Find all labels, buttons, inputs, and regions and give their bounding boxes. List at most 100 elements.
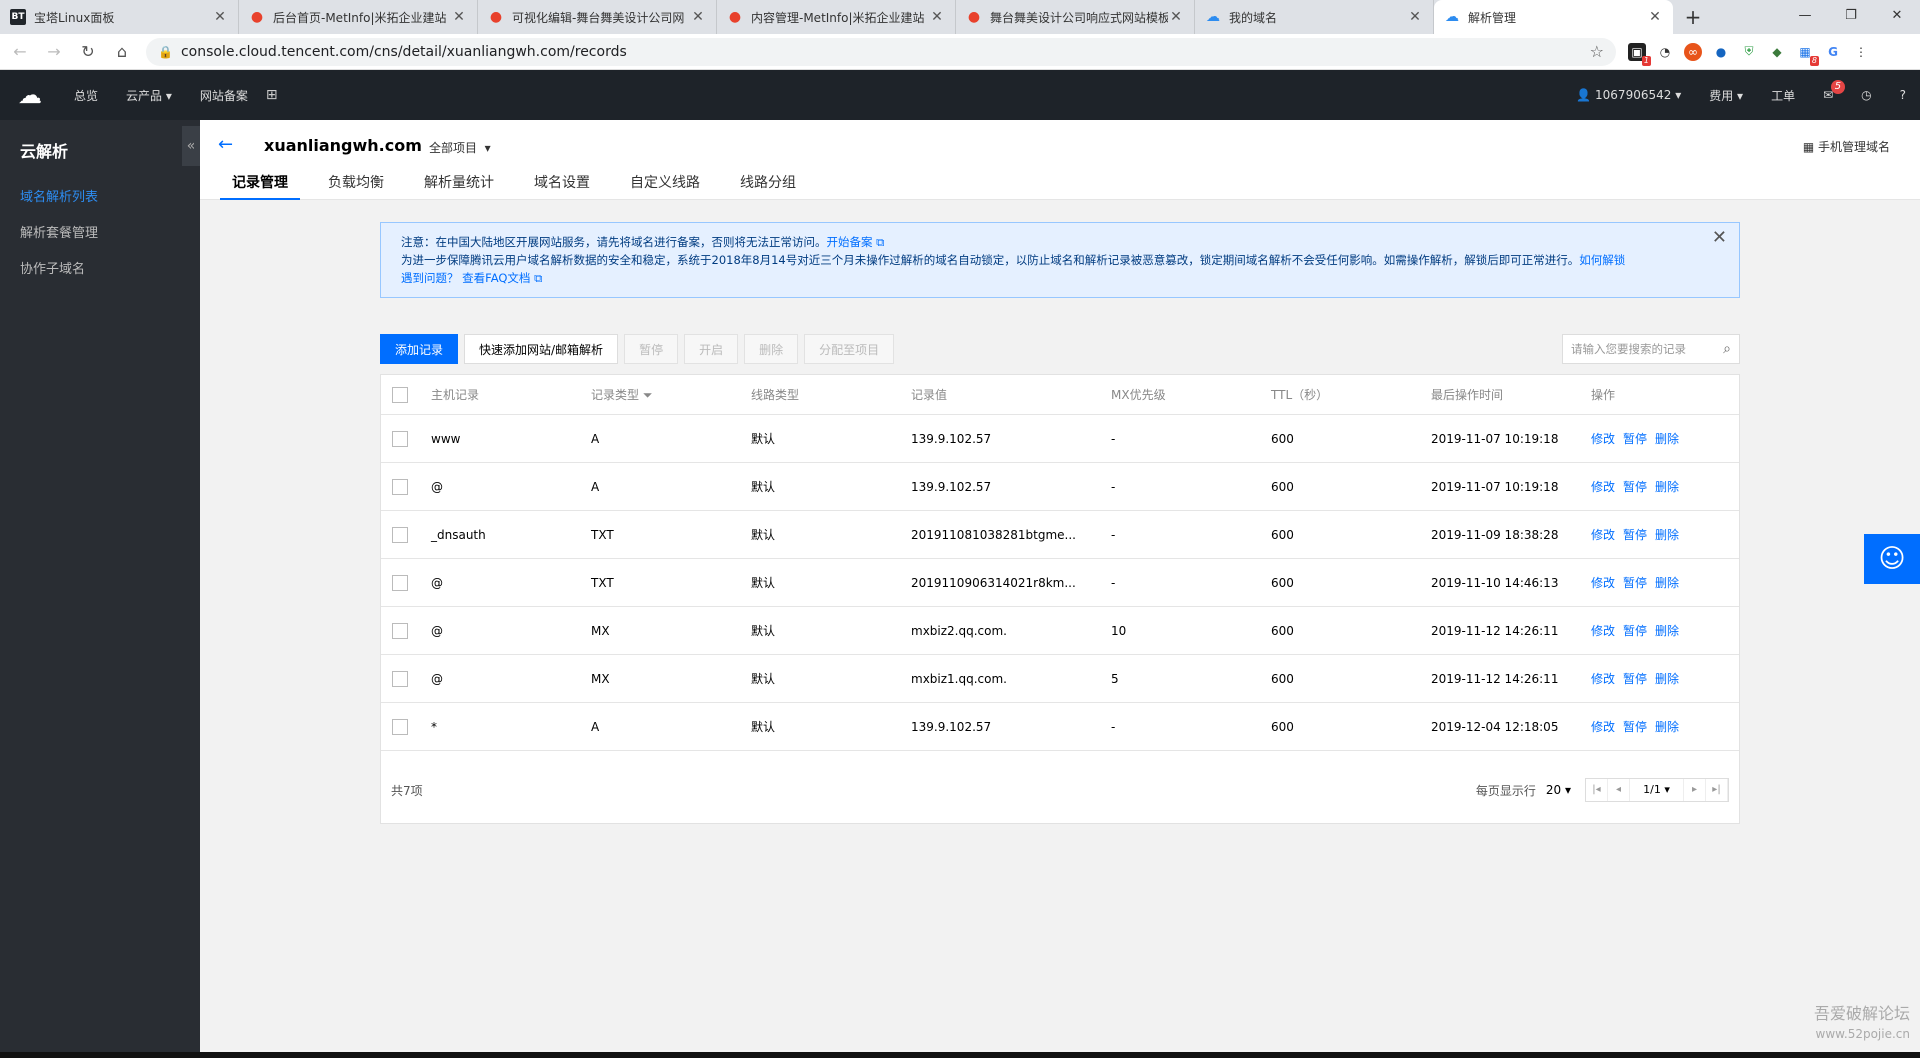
close-tab-icon[interactable]: ✕ [451,9,467,25]
browser-tab[interactable]: ☁ 我的域名 ✕ [1195,0,1434,34]
prev-page-icon[interactable]: ◂ [1608,779,1630,801]
firefox-icon[interactable]: ● [1712,43,1730,61]
first-page-icon[interactable]: |◂ [1586,779,1608,801]
delete-link[interactable]: 删除 [1655,432,1679,446]
pause-link[interactable]: 暂停 [1623,624,1647,638]
close-tab-icon[interactable]: ✕ [1407,9,1423,25]
fee-menu[interactable]: 费用 ▾ [1695,87,1757,104]
sidebar-item-domain-list[interactable]: 域名解析列表 [0,180,200,216]
row-checkbox[interactable] [392,526,408,543]
extension-icon[interactable]: ▣ 1 [1628,42,1651,66]
tab-0[interactable]: 记录管理 [220,168,300,200]
page-select[interactable]: 1/1 ▾ [1630,779,1684,801]
close-tab-icon[interactable]: ✕ [212,9,228,25]
tab-3[interactable]: 域名设置 [522,168,602,200]
minimize-icon[interactable]: — [1782,0,1828,30]
sidebar-item-subdomain[interactable]: 协作子域名 [0,252,200,288]
user-menu[interactable]: 👤 1067906542 ▾ [1562,88,1695,102]
delete-link[interactable]: 删除 [1655,576,1679,590]
browser-tab[interactable]: BT 宝塔Linux面板 ✕ [0,0,239,34]
extension-icon[interactable]: ◆ [1768,43,1786,61]
project-select[interactable]: 全部项目 ▾ [429,139,491,156]
back-arrow-icon[interactable]: ← [218,134,233,155]
tab-4[interactable]: 自定义线路 [618,168,712,200]
notice-link-faq[interactable]: 查看FAQ文档 ⧉ [462,271,542,285]
bookmark-star-icon[interactable]: ☆ [1590,42,1604,61]
extension-icon[interactable]: ▦ 8 [1796,43,1819,66]
delete-button[interactable]: 删除 [744,334,799,364]
pause-button[interactable]: 暂停 [624,334,679,364]
home-icon[interactable]: ⌂ [108,38,136,66]
add-square-icon[interactable]: ⊞ [266,87,278,103]
menu-kebab-icon[interactable]: ⋮ [1852,43,1870,61]
notice-link-unlock[interactable]: 如何解锁 [1579,253,1625,267]
pause-link[interactable]: 暂停 [1623,528,1647,542]
edit-link[interactable]: 修改 [1591,576,1615,590]
quick-add-button[interactable]: 快速添加网站/邮箱解析 [464,334,619,364]
address-bar[interactable]: 🔒 console.cloud.tencent.com/cns/detail/x… [146,37,1616,66]
search-input[interactable]: 请输入您要搜索的记录 ⌕ [1562,334,1740,364]
clock-icon[interactable]: ◷ [1847,88,1885,102]
speedometer-icon[interactable]: ◔ [1656,43,1674,61]
tab-2[interactable]: 解析量统计 [412,168,506,200]
back-arrow-icon[interactable]: ← [6,38,34,66]
add-record-button[interactable]: 添加记录 [380,334,459,364]
tab-1[interactable]: 负载均衡 [316,168,396,200]
new-tab-icon[interactable]: + [1673,0,1713,34]
edit-link[interactable]: 修改 [1591,624,1615,638]
row-checkbox[interactable] [392,574,408,591]
delete-link[interactable]: 删除 [1655,720,1679,734]
assign-project-button[interactable]: 分配至项目 [804,334,895,364]
tab-5[interactable]: 线路分组 [728,168,808,200]
edit-link[interactable]: 修改 [1591,672,1615,686]
sidebar-item-package[interactable]: 解析套餐管理 [0,216,200,252]
search-icon[interactable]: ⌕ [1723,341,1731,357]
restore-icon[interactable]: ❐ [1828,0,1874,30]
filter-icon[interactable]: ⏷ [643,388,653,402]
ticket-link[interactable]: 工单 [1757,87,1809,104]
shield-icon[interactable]: ⛨ [1740,43,1758,61]
browser-tab[interactable]: ● 可视化编辑-舞台舞美设计公司网 ✕ [478,0,717,34]
google-icon[interactable]: G [1824,43,1842,61]
collapse-sidebar-icon[interactable]: « [182,126,200,166]
delete-link[interactable]: 删除 [1655,624,1679,638]
browser-tab[interactable]: ● 舞台舞美设计公司响应式网站模板 ✕ [956,0,1195,34]
browser-tab[interactable]: ● 内容管理-MetInfo|米拓企业建站 ✕ [717,0,956,34]
next-page-icon[interactable]: ▸ [1684,779,1706,801]
column-header-type[interactable]: 记录类型 ⏷ [591,386,751,403]
row-checkbox[interactable] [392,478,408,495]
select-all-checkbox[interactable] [392,386,408,403]
delete-link[interactable]: 删除 [1655,528,1679,542]
edit-link[interactable]: 修改 [1591,528,1615,542]
row-checkbox[interactable] [392,622,408,639]
close-tab-icon[interactable]: ✕ [690,9,706,25]
row-checkbox[interactable] [392,430,408,447]
help-icon[interactable]: ? [1886,88,1920,102]
close-tab-icon[interactable]: ✕ [1168,9,1184,25]
window-close-icon[interactable]: ✕ [1874,0,1920,30]
reload-icon[interactable]: ↻ [74,38,102,66]
pause-link[interactable]: 暂停 [1623,480,1647,494]
browser-tab[interactable]: ☁ 解析管理 ✕ [1434,0,1673,34]
forward-arrow-icon[interactable]: → [40,38,68,66]
delete-link[interactable]: 删除 [1655,480,1679,494]
row-checkbox[interactable] [392,670,408,687]
browser-tab[interactable]: ● 后台首页-MetInfo|米拓企业建站 ✕ [239,0,478,34]
close-icon[interactable]: ✕ [1712,229,1727,247]
edit-link[interactable]: 修改 [1591,432,1615,446]
delete-link[interactable]: 删除 [1655,672,1679,686]
pause-link[interactable]: 暂停 [1623,672,1647,686]
last-page-icon[interactable]: ▸| [1706,779,1728,801]
header-nav-item[interactable]: 总览 [60,87,112,104]
customer-service-icon[interactable]: ☺ [1864,534,1920,584]
extension-icon[interactable]: ∞ [1684,42,1702,61]
per-page-select[interactable]: 20 ▾ [1546,783,1571,797]
enable-button[interactable]: 开启 [684,334,739,364]
edit-link[interactable]: 修改 [1591,480,1615,494]
header-nav-item[interactable]: 云产品 ▾ [112,87,186,104]
header-nav-item[interactable]: 网站备案 [186,87,262,104]
close-tab-icon[interactable]: ✕ [929,9,945,25]
notice-link-question[interactable]: 遇到问题？ [401,271,459,285]
pause-link[interactable]: 暂停 [1623,720,1647,734]
mail-icon[interactable]: ✉ 5 [1809,80,1847,102]
